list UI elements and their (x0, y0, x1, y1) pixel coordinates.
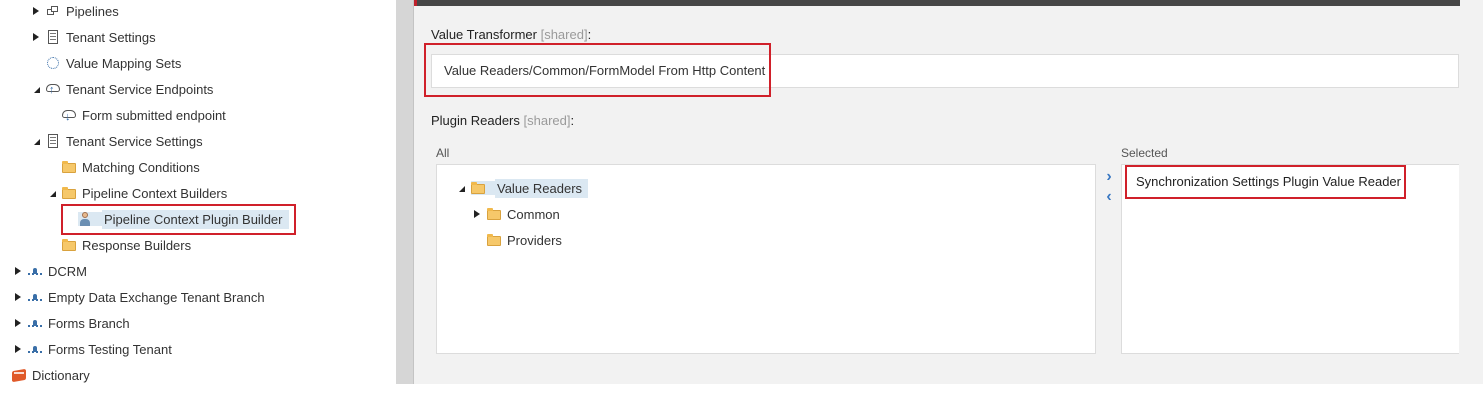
expand-arrow-icon[interactable] (12, 317, 24, 329)
tree-node-pipeline-context-builders[interactable]: Pipeline Context Builders (46, 182, 231, 204)
tree-node-tenant-settings[interactable]: Tenant Settings (30, 26, 160, 48)
tree-node-label: Matching Conditions (82, 159, 200, 175)
tree-node-label: Response Builders (82, 237, 192, 253)
tree-node-label: Forms Branch (48, 315, 130, 331)
folder-icon (471, 181, 495, 195)
tree-node-pipelines[interactable]: Pipelines (30, 0, 123, 22)
folder-icon (487, 207, 501, 221)
tree-node-matching-conditions[interactable]: Matching Conditions (46, 156, 204, 178)
folder-icon (62, 160, 76, 174)
branch-icon (28, 316, 42, 330)
pipeline-icon (46, 4, 60, 18)
tree-node-label: Forms Testing Tenant (48, 341, 172, 357)
tree-node-dcrm[interactable]: DCRM (12, 260, 91, 282)
value-transformer-field[interactable]: Value Readers/Common/FormModel From Http… (431, 54, 1459, 88)
label-suffix: : (570, 113, 575, 128)
all-readers-tree[interactable]: Value Readers Common Providers (436, 164, 1096, 354)
collapse-arrow-icon[interactable] (30, 135, 42, 147)
tree-node-forms-testing-tenant[interactable]: Forms Testing Tenant (12, 338, 176, 360)
tree-node-label: Tenant Service Endpoints (66, 81, 214, 97)
move-left-arrow-icon[interactable]: ‹ (1101, 188, 1117, 205)
tree-node-label: Tenant Service Settings (66, 133, 203, 149)
editor-top-bar (414, 0, 1460, 6)
expand-arrow-icon[interactable] (12, 343, 24, 355)
tree-node-label: Providers (507, 232, 562, 248)
tree-node-label: Pipeline Context Plugin Builder (102, 209, 289, 229)
field-label-text: Value Transformer (431, 27, 537, 42)
label-suffix: : (587, 27, 592, 42)
dictionary-book-icon (12, 368, 26, 382)
reader-node-common[interactable]: Common (471, 203, 564, 225)
person-icon (78, 212, 102, 226)
tree-node-label: Form submitted endpoint (82, 107, 226, 123)
branch-icon (28, 264, 42, 278)
reader-node-value-readers[interactable]: Value Readers (455, 177, 589, 199)
reader-node-providers[interactable]: Providers (471, 229, 566, 251)
tree-node-response-builders[interactable]: Response Builders (46, 234, 195, 256)
shared-marker: [shared] (523, 113, 571, 128)
tree-node-label: Value Mapping Sets (66, 55, 182, 71)
tree-node-label: Tenant Settings (66, 29, 156, 45)
value-transformer-value: Value Readers/Common/FormModel From Http… (444, 63, 766, 78)
collapse-arrow-icon[interactable] (455, 182, 467, 194)
dotted-circle-icon (46, 56, 60, 70)
field-label-text: Plugin Readers (431, 113, 520, 128)
item-editor: Value Transformer [shared]: Value Reader… (414, 0, 1483, 384)
settings-document-icon (46, 134, 60, 148)
collapse-arrow-icon[interactable] (30, 83, 42, 95)
tree-node-empty-data-exchange-tenant-branch[interactable]: Empty Data Exchange Tenant Branch (12, 286, 269, 308)
expand-arrow-icon[interactable] (12, 265, 24, 277)
shared-marker: [shared] (540, 27, 588, 42)
tree-node-forms-branch[interactable]: Forms Branch (12, 312, 134, 334)
cloud-download-icon (62, 108, 76, 123)
expand-arrow-icon[interactable] (12, 291, 24, 303)
tree-node-label: Pipeline Context Builders (82, 185, 228, 201)
panel-splitter[interactable] (396, 0, 414, 384)
expand-arrow-icon[interactable] (30, 5, 42, 17)
tree-node-tenant-service-settings[interactable]: Tenant Service Settings (30, 130, 207, 152)
selected-readers-list[interactable]: Synchronization Settings Plugin Value Re… (1121, 164, 1459, 354)
tree-node-label: Pipelines (66, 3, 119, 19)
folder-icon (62, 186, 76, 200)
expand-arrow-icon[interactable] (471, 208, 483, 220)
tree-node-label: Common (507, 206, 560, 222)
branch-icon (28, 290, 42, 304)
tree-node-form-submitted-endpoint[interactable]: Form submitted endpoint (46, 104, 230, 126)
branch-icon (28, 342, 42, 356)
folder-icon (487, 233, 501, 247)
bottom-strip (0, 384, 1483, 401)
folder-icon (62, 238, 76, 252)
tree-node-value-mapping-sets[interactable]: Value Mapping Sets (30, 52, 185, 74)
tree-node-label: Dictionary (32, 367, 90, 383)
all-column-caption: All (436, 146, 450, 160)
content-tree: Pipelines Tenant Settings Value Mapping … (0, 0, 396, 401)
plugin-readers-label: Plugin Readers [shared]: (431, 113, 574, 128)
tree-node-label: Value Readers (495, 178, 589, 198)
tree-node-label: DCRM (48, 263, 87, 279)
tree-node-label: Empty Data Exchange Tenant Branch (48, 289, 265, 305)
selected-column-caption: Selected (1121, 146, 1168, 160)
collapse-arrow-icon[interactable] (46, 187, 58, 199)
tree-node-dictionary[interactable]: Dictionary (0, 364, 94, 386)
tree-node-pipeline-context-plugin-builder[interactable]: Pipeline Context Plugin Builder (62, 208, 289, 230)
selected-reader-item[interactable]: Synchronization Settings Plugin Value Re… (1136, 174, 1401, 189)
cloud-upload-icon (46, 82, 60, 96)
settings-document-icon (46, 30, 60, 44)
tree-node-tenant-service-endpoints[interactable]: Tenant Service Endpoints (30, 78, 217, 100)
expand-arrow-icon[interactable] (30, 31, 42, 43)
value-transformer-label: Value Transformer [shared]: (431, 27, 591, 42)
move-right-arrow-icon[interactable]: › (1101, 168, 1117, 185)
